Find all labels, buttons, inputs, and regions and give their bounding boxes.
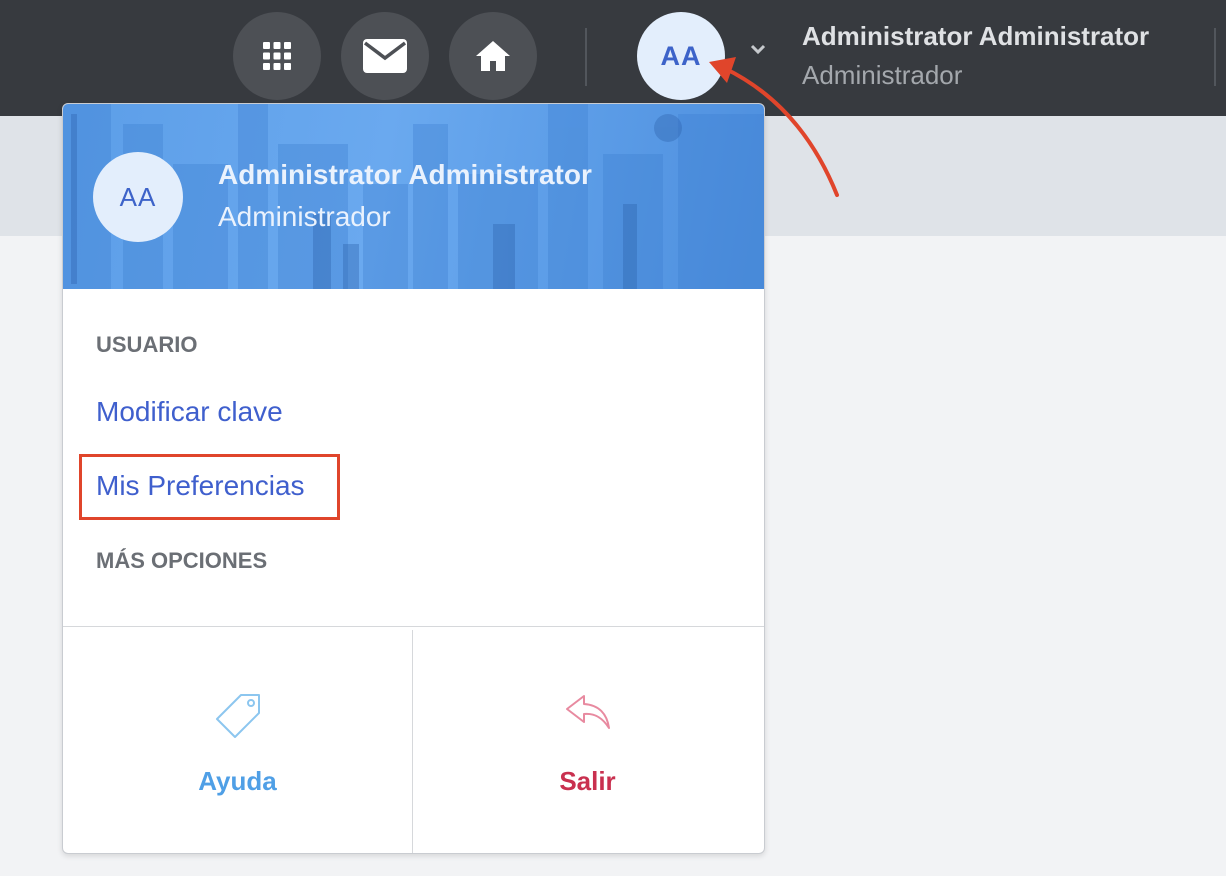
divider <box>1214 28 1216 86</box>
home-button[interactable] <box>449 12 537 100</box>
apps-button[interactable] <box>233 12 321 100</box>
top-bar: AA Administrator Administrator Administr… <box>0 0 1226 116</box>
profile-name: Administrator Administrator <box>218 159 592 190</box>
footer-divider <box>63 626 764 627</box>
logout-button[interactable]: Salir <box>413 630 762 853</box>
reply-icon <box>565 695 610 729</box>
divider <box>585 28 587 86</box>
user-dropdown: AA Administrator Administrator Administr… <box>62 103 765 854</box>
apps-grid-icon <box>263 42 291 70</box>
tag-icon <box>215 694 260 738</box>
profile-role: Administrador <box>218 201 391 232</box>
profile-header: AA Administrator Administrator Administr… <box>63 104 764 289</box>
user-name: Administrator Administrator <box>802 21 1150 51</box>
help-label: Ayuda <box>198 766 277 796</box>
profile-avatar: AA <box>93 152 183 242</box>
logout-label: Salir <box>559 766 616 796</box>
user-role: Administrador <box>802 60 963 90</box>
menu-item-preferences[interactable]: Mis Preferencias <box>96 470 305 502</box>
mail-icon <box>363 39 407 73</box>
menu-item-change-password[interactable]: Modificar clave <box>96 396 283 428</box>
avatar-button[interactable]: AA <box>637 12 725 100</box>
chevron-down-icon[interactable] <box>748 42 768 56</box>
mail-button[interactable] <box>341 12 429 100</box>
section-title-user: USUARIO <box>96 332 198 357</box>
home-icon <box>476 41 510 71</box>
section-title-more-options: MÁS OPCIONES <box>96 548 268 573</box>
help-button[interactable]: Ayuda <box>63 630 412 853</box>
